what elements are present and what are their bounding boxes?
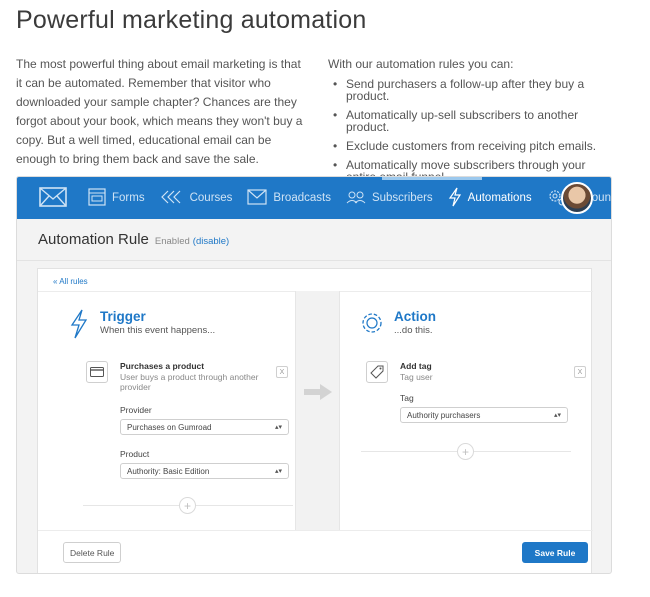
lightning-icon [70, 309, 88, 344]
select-caret-icon: ▴▾ [553, 412, 561, 419]
rule-status: Enabled [154, 236, 190, 247]
automation-features: With our automation rules you can: Send … [328, 55, 618, 190]
action-title: Action [394, 309, 436, 324]
broadcast-icon [247, 188, 273, 208]
disable-link[interactable]: (disable) [193, 236, 229, 247]
automation-icon [448, 187, 468, 210]
page-title: Powerful marketing automation [16, 6, 367, 34]
feature-item: Send purchasers a follow-up after they b… [328, 78, 618, 102]
flow-separator [295, 291, 340, 530]
trigger-header: Trigger When this event happens... [70, 309, 215, 344]
nav-item-subscribers[interactable]: Subscribers [346, 177, 433, 219]
product-value: Authority: Basic Edition [127, 466, 210, 476]
save-rule-button[interactable]: Save Rule [522, 542, 588, 563]
forms-icon [88, 187, 112, 209]
trigger-title: Trigger [100, 309, 146, 324]
product-select[interactable]: Authority: Basic Edition ▴▾ [120, 463, 289, 479]
select-caret-icon: ▴▾ [274, 424, 282, 431]
nav-label: Courses [189, 192, 233, 204]
tag-select[interactable]: Authority purchasers ▴▾ [400, 407, 568, 423]
add-action-button[interactable]: + [457, 443, 474, 460]
delete-rule-button[interactable]: Delete Rule [63, 542, 122, 563]
credit-card-icon [86, 361, 108, 383]
nav-item-automations[interactable]: Automations [448, 177, 532, 219]
action-item-desc: Tag user [400, 372, 433, 382]
feature-item: Exclude customers from receiving pitch e… [328, 140, 618, 152]
tag-label: Tag [400, 393, 414, 403]
rule-header: Automation Rule Enabled (disable) [17, 219, 611, 261]
nav-label: Forms [112, 192, 145, 204]
features-lead: With our automation rules you can: [328, 57, 514, 71]
nav-label: Subscribers [371, 192, 433, 204]
trigger-subtitle: When this event happens... [100, 325, 216, 336]
action-subtitle: ...do this. [394, 325, 433, 336]
features-list: Send purchasers a follow-up after they b… [328, 78, 618, 183]
nav-item-courses[interactable]: Courses [160, 177, 233, 219]
feature-item: Automatically up-sell subscribers to ano… [328, 109, 618, 133]
avatar[interactable] [561, 182, 593, 214]
provider-value: Purchases on Gumroad [127, 422, 212, 432]
app-window: Forms Courses Broadcasts Subscribers Aut [16, 176, 612, 574]
mail-icon [39, 186, 73, 210]
trigger-item-desc: User buys a product through another prov… [120, 372, 259, 392]
action-header: Action ...do this. [358, 309, 436, 342]
panel-divider [38, 530, 593, 531]
remove-action-button[interactable]: X [574, 366, 586, 378]
courses-icon [160, 190, 190, 207]
gear-icon [358, 309, 386, 342]
provider-label: Provider [120, 405, 152, 415]
tag-value: Authority purchasers [407, 410, 481, 420]
product-label: Product [120, 449, 150, 459]
nav-item-forms[interactable]: Forms [88, 177, 145, 219]
nav-label: Broadcasts [273, 192, 331, 204]
tag-icon [366, 361, 388, 383]
trigger-item-title: Purchases a product [120, 361, 205, 371]
intro-paragraph: The most powerful thing about email mark… [16, 57, 303, 166]
select-caret-icon: ▴▾ [274, 468, 282, 475]
subscribers-icon [346, 190, 372, 207]
rule-title: Automation Rule [38, 231, 149, 248]
trigger-item: Purchases a product User buys a product … [86, 361, 276, 392]
action-item: Add tag Tag user [366, 361, 433, 383]
nav-label: Automations [467, 192, 532, 204]
top-navbar: Forms Courses Broadcasts Subscribers Aut [17, 177, 611, 219]
rule-editor-panel: « All rules Trigger When this event happ… [37, 268, 593, 573]
active-tab-indicator [382, 177, 482, 180]
all-rules-link[interactable]: « All rules [53, 277, 88, 286]
add-trigger-button[interactable]: + [179, 497, 196, 514]
remove-trigger-button[interactable]: X [276, 366, 288, 378]
nav-item-mail[interactable] [39, 177, 73, 219]
provider-select[interactable]: Purchases on Gumroad ▴▾ [120, 419, 289, 435]
nav-item-broadcasts[interactable]: Broadcasts [247, 177, 331, 219]
action-item-title: Add tag [400, 361, 432, 371]
arrow-right-icon [304, 384, 332, 405]
